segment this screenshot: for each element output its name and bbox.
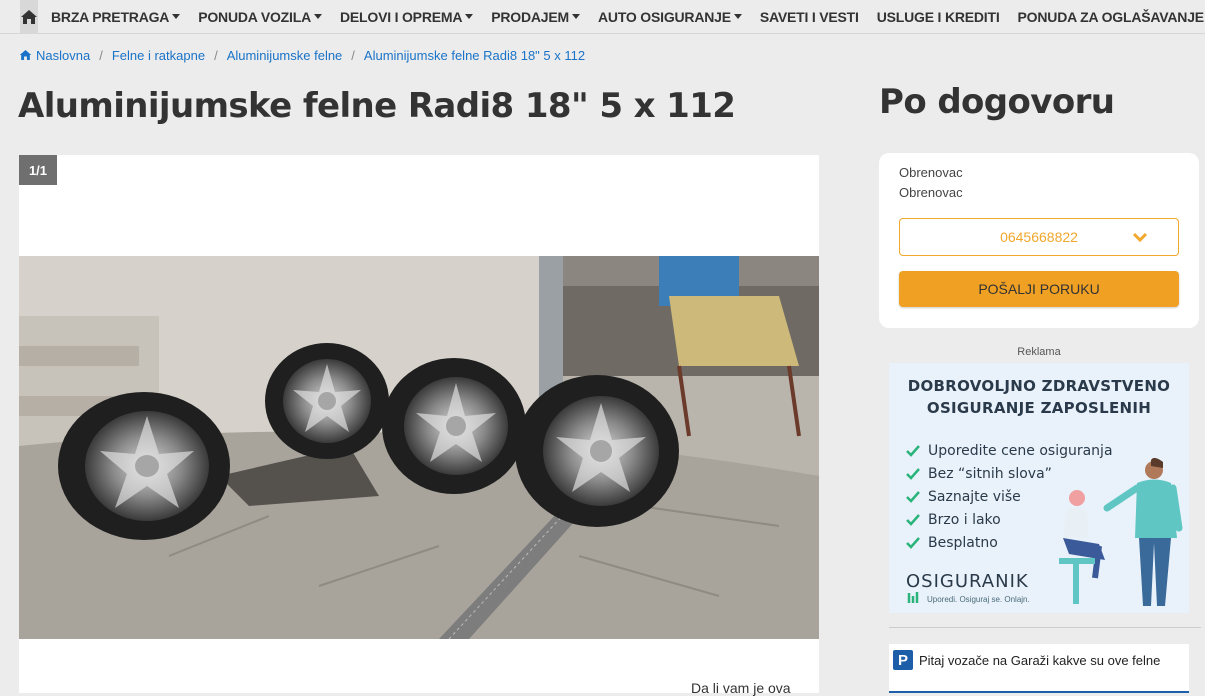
caret-down-icon [733,14,742,19]
ad-headline-line: OSIGURANJE ZAPOSLENIH [926,399,1152,417]
ad-bullet-text: Bez “sitnih slova” [928,465,1052,482]
ad-bullet-text: Uporedite cene osiguranja [928,442,1113,459]
nav-prodajem[interactable]: PRODAJEM [482,0,589,34]
check-icon [906,536,920,549]
ad-bullet-text: Brzo i lako [928,511,1001,528]
ad-headline-line: DOBROVOLJNO ZDRAVSTVENO [907,377,1171,395]
ad-brand-logo-icon [907,592,919,603]
listing-title: Aluminijumske felne Radi8 18" 5 x 112 [18,86,736,126]
parking-icon: P [893,650,913,670]
listing-price: Po dogovoru [879,82,1115,122]
nav-auto-osiguranje[interactable]: AUTO OSIGURANJE [589,0,751,34]
description-snippet: Da li vam je ova [691,680,791,696]
nav-label: BRZA PRETRAGA [51,8,170,25]
breadcrumb-link[interactable]: Aluminijumske felne [227,48,343,63]
nav-label: USLUGE I KREDITI [876,8,1000,25]
insurance-ad-banner[interactable]: DOBROVOLJNO ZDRAVSTVENO OSIGURANJE ZAPOS… [889,363,1189,613]
check-icon [906,444,920,457]
nav-saveti-i-vesti[interactable]: SAVETI I VESTI [751,0,868,34]
location-text: Obrenovac [899,165,963,180]
breadcrumb-separator: / [351,47,355,63]
location-text: Obrenovac [899,185,963,200]
breadcrumb-separator: / [214,47,218,63]
image-gallery: 1/1 Da li vam je ova [19,155,819,696]
ad-brand: OSIGURANIK [906,571,1029,592]
image-counter: 1/1 [19,155,57,185]
ad-label: Reklama [1017,346,1061,358]
phone-number: 0645668822 [1000,229,1078,245]
phone-button[interactable]: 0645668822 [899,218,1179,256]
nav-label: PONUDA ZA OGLAŠAVANJE [1017,8,1205,25]
ad-illustration [1059,458,1183,606]
listing-photo[interactable] [19,256,819,639]
check-icon [906,467,920,480]
nav-label: SAVETI I VESTI [759,8,859,25]
divider [889,627,1201,628]
forum-box: P Pitaj vozače na Garaži kakve su ove fe… [889,644,1189,693]
nav-brza-pretraga[interactable]: BRZA PRETRAGA [42,0,189,34]
breadcrumb-label: Naslovna [36,47,91,63]
chevron-down-icon [1132,232,1148,243]
ask-drivers-link[interactable]: P Pitaj vozače na Garaži kakve su ove fe… [893,650,1160,670]
nav-ponuda-vozila[interactable]: PONUDA VOZILA [189,0,331,34]
check-icon [906,490,920,503]
breadcrumb: Naslovna / Felne i ratkapne / Aluminijum… [19,46,585,64]
nav-label: PONUDA VOZILA [198,8,311,25]
breadcrumb-link[interactable]: Felne i ratkapne [112,48,205,63]
contact-card: Obrenovac Obrenovac 0645668822 POŠALJI P… [879,153,1199,328]
home-icon [21,9,37,24]
nav-home-button[interactable] [20,0,38,34]
send-message-button[interactable]: POŠALJI PORUKU [899,271,1179,307]
ad-tagline: Uporedi. Osiguraj se. Onlajn. [927,595,1030,604]
breadcrumb-link[interactable]: Aluminijumske felne Radi8 18" 5 x 112 [364,48,585,63]
caret-down-icon [314,14,322,19]
check-icon [906,513,920,526]
breadcrumb-home-link[interactable]: Naslovna [19,48,90,63]
breadcrumb-separator: / [99,47,103,63]
nav-ponuda-za-oglasavanje[interactable]: PONUDA ZA OGLAŠAVANJE [1009,0,1205,34]
home-icon [19,49,32,61]
forum-link-text: Pitaj vozače na Garaži kakve su ove feln… [919,652,1161,668]
caret-down-icon [465,14,474,19]
nav-label: DELOVI I OPREMA [340,8,463,25]
nav-delovi-i-oprema[interactable]: DELOVI I OPREMA [331,0,482,34]
caret-down-icon [172,14,181,19]
ad-bullet-text: Saznajte više [928,488,1021,505]
nav-label: PRODAJEM [491,8,569,25]
main-nav: BRZA PRETRAGA PONUDA VOZILA DELOVI I OPR… [0,0,1205,34]
ad-headline: DOBROVOLJNO ZDRAVSTVENO OSIGURANJE ZAPOS… [889,375,1189,419]
ad-bullet-text: Besplatno [928,534,998,551]
nav-usluge-i-krediti[interactable]: USLUGE I KREDITI [868,0,1009,34]
nav-label: AUTO OSIGURANJE [598,8,731,25]
caret-down-icon [572,14,580,19]
